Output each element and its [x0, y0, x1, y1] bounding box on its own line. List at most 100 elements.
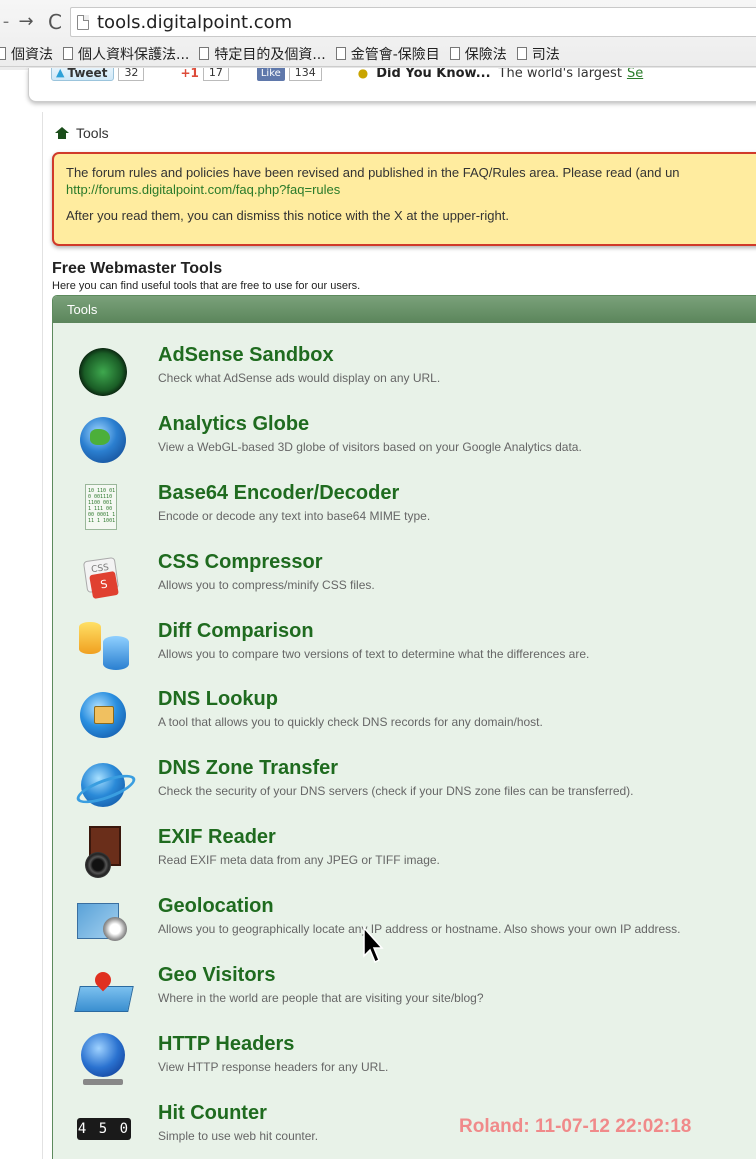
tool-name[interactable]: AdSense Sandbox	[158, 344, 334, 367]
bookmark-page-icon	[516, 47, 527, 60]
tweet-button[interactable]: ▲ Tweet	[51, 68, 115, 81]
tool-description: Check what AdSense ads would display on …	[158, 371, 441, 385]
tool-item-css-compressor[interactable]: CSS Compressor Allows you to compress/mi…	[53, 551, 753, 611]
tool-item-exif-reader[interactable]: EXIF Reader Read EXIF meta data from any…	[53, 826, 753, 886]
gplus-count: 17	[202, 68, 229, 81]
tool-description: Check the security of your DNS servers (…	[158, 784, 634, 798]
bookmark-label: 個資法	[11, 46, 53, 63]
forward-icon[interactable]: →	[12, 6, 40, 38]
notice-line-2: After you read them, you can dismiss thi…	[66, 208, 509, 223]
css-file-icon	[81, 555, 127, 601]
tool-item-http-headers[interactable]: HTTP Headers View HTTP response headers …	[53, 1033, 753, 1093]
tool-name[interactable]: Diff Comparison	[158, 620, 314, 643]
tool-name[interactable]: EXIF Reader	[158, 826, 276, 849]
tweet-count: 32	[118, 68, 145, 81]
facebook-like-button[interactable]: Like	[256, 68, 285, 81]
bookmark-label: 司法	[531, 46, 560, 63]
tool-item-adsense-sandbox[interactable]: AdSense Sandbox Check what AdSense ads w…	[53, 344, 753, 404]
map-compass-icon	[77, 899, 131, 945]
tweet-label: Tweet	[67, 68, 108, 80]
bookmark-page-icon	[63, 47, 73, 60]
share-row: ▲ Tweet 32 +1 17 Like 134 ● Did You Know.…	[51, 68, 643, 82]
tool-name[interactable]: HTTP Headers	[158, 1033, 294, 1056]
tool-description: Simple to use web hit counter.	[158, 1129, 319, 1143]
home-icon	[55, 127, 69, 139]
forum-rules-notice: The forum rules and policies have been r…	[52, 152, 756, 246]
gplus-button[interactable]: +1	[180, 68, 198, 80]
tool-name[interactable]: CSS Compressor	[158, 551, 323, 574]
bookmark-page-icon	[0, 47, 6, 60]
orbit-globe-icon	[81, 763, 125, 807]
tool-name[interactable]: Hit Counter	[158, 1102, 267, 1125]
binary-document-icon	[85, 484, 117, 530]
bookmark-label: 特定目的及個資...	[214, 46, 326, 63]
tool-item-diff-comparison[interactable]: Diff Comparison Allows you to compare tw…	[53, 620, 753, 680]
page-subtitle: Here you can find useful tools that are …	[52, 280, 361, 292]
reload-icon[interactable]: C	[40, 6, 70, 38]
tool-name[interactable]: Analytics Globe	[158, 413, 309, 436]
page-title: Free Webmaster Tools	[52, 260, 223, 277]
tool-description: Allows you to geographically locate any …	[158, 922, 681, 936]
globe-icon	[80, 417, 126, 463]
bookmark-page-icon	[199, 47, 210, 60]
database-compare-icon	[77, 622, 129, 672]
bookmark-item[interactable]: 司法	[516, 44, 560, 64]
browser-chrome: - → C tools.digitalpoint.com 個資法 個人資料保護法…	[0, 0, 756, 70]
tool-description: View a WebGL-based 3D globe of visitors …	[158, 440, 582, 454]
tool-description: A tool that allows you to quickly check …	[158, 715, 543, 729]
did-you-know-title: Did You Know...	[376, 68, 491, 81]
map-pin-icon	[77, 972, 131, 1012]
mouse-cursor-icon	[363, 926, 384, 964]
bookmarks-bar: 個資法 個人資料保護法... 特定目的及個資... 金管會-保險目 保險法 司法	[0, 41, 756, 67]
lightbulb-icon: ●	[357, 68, 369, 80]
tools-panel: Tools AdSense Sandbox Check what AdSense…	[52, 295, 756, 1159]
breadcrumb-label: Tools	[76, 125, 109, 141]
bookmark-item[interactable]: 保險法	[449, 44, 507, 64]
tool-name[interactable]: DNS Lookup	[158, 688, 278, 711]
bookmark-page-icon	[335, 47, 346, 60]
camera-icon	[83, 826, 123, 882]
tool-item-dns-lookup[interactable]: DNS Lookup A tool that allows you to qui…	[53, 688, 753, 748]
back-icon[interactable]: -	[0, 6, 12, 38]
bookmark-item[interactable]: 金管會-保險目	[335, 44, 440, 64]
tool-name[interactable]: Geolocation	[158, 895, 274, 918]
bookmark-item[interactable]: 特定目的及個資...	[199, 44, 326, 64]
network-globe-icon	[80, 692, 126, 738]
did-you-know-text: The world's largest	[498, 68, 622, 81]
tool-item-geolocation[interactable]: Geolocation Allows you to geographically…	[53, 895, 753, 955]
tool-description: Allows you to compress/minify CSS files.	[158, 578, 375, 592]
tool-description: Encode or decode any text into base64 MI…	[158, 509, 431, 523]
did-you-know-link[interactable]: Se	[627, 68, 643, 81]
twitter-bird-icon: ▲	[56, 68, 65, 79]
notice-rules-link[interactable]: http://forums.digitalpoint.com/faq.php?f…	[66, 181, 756, 198]
tool-description: Read EXIF meta data from any JPEG or TIF…	[158, 853, 440, 867]
tool-description: Where in the world are people that are v…	[158, 991, 484, 1005]
breadcrumb[interactable]: Tools	[55, 125, 109, 141]
page-icon	[77, 14, 89, 30]
tool-description: Allows you to compare two versions of te…	[158, 647, 590, 661]
server-globe-icon	[79, 1033, 127, 1089]
bookmark-item[interactable]: 個人資料保護法...	[63, 44, 189, 64]
share-bar: ▲ Tweet 32 +1 17 Like 134 ● Did You Know.…	[28, 68, 756, 102]
tool-name[interactable]: Geo Visitors	[158, 964, 275, 987]
tool-item-analytics-globe[interactable]: Analytics Globe View a WebGL-based 3D gl…	[53, 413, 753, 473]
tool-item-base64[interactable]: Base64 Encoder/Decoder Encode or decode …	[53, 482, 753, 542]
url-text: tools.digitalpoint.com	[97, 11, 293, 33]
timestamp-watermark: Roland: 11-07-12 22:02:18	[459, 1116, 692, 1137]
bookmark-page-icon	[449, 47, 460, 60]
tool-item-geo-visitors[interactable]: Geo Visitors Where in the world are peop…	[53, 964, 753, 1024]
bookmark-label: 保險法	[464, 46, 507, 63]
tool-description: View HTTP response headers for any URL.	[158, 1060, 389, 1074]
bookmark-label: 個人資料保護法...	[78, 46, 190, 63]
address-bar: - → C tools.digitalpoint.com	[0, 6, 756, 38]
bookmark-item[interactable]: 個資法	[0, 44, 53, 64]
tool-item-dns-zone-transfer[interactable]: DNS Zone Transfer Check the security of …	[53, 757, 753, 817]
radar-icon	[79, 348, 127, 396]
counter-icon: 4 5 0	[77, 1118, 131, 1140]
bookmark-label: 金管會-保險目	[350, 46, 440, 63]
url-input[interactable]: tools.digitalpoint.com	[70, 7, 756, 37]
tool-name[interactable]: DNS Zone Transfer	[158, 757, 338, 780]
tool-name[interactable]: Base64 Encoder/Decoder	[158, 482, 399, 505]
tools-panel-header: Tools	[53, 296, 756, 323]
facebook-like-count: 134	[288, 68, 322, 81]
